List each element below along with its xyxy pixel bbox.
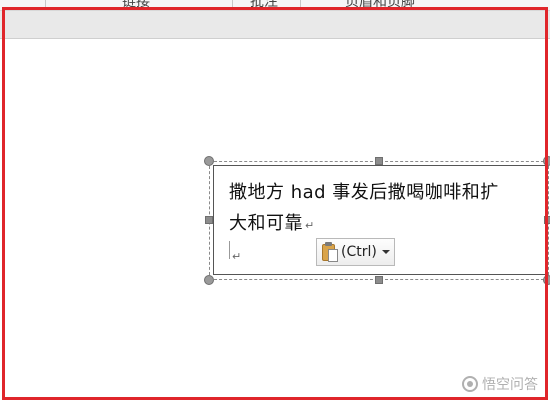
resize-handle-bottom-left[interactable] [204, 275, 214, 285]
watermark: 悟空问答 [462, 374, 538, 394]
ribbon-tab-header-footer[interactable]: 页眉和页脚 [345, 0, 415, 10]
ribbon-tab-comments[interactable]: 批注 [250, 0, 278, 10]
resize-handle-bottom-right[interactable] [543, 275, 550, 285]
watermark-text: 悟空问答 [482, 377, 538, 393]
text-cursor [229, 241, 230, 259]
ribbon-separator [300, 0, 301, 10]
textbox-line-1-text: 撒地方 had 事发后撒喝咖啡和扩 [229, 182, 499, 203]
resize-handle-top-left[interactable] [204, 156, 214, 166]
wukong-logo-icon [462, 376, 478, 392]
ribbon-separator [45, 0, 46, 10]
paste-options-label: (Ctrl) [341, 244, 377, 260]
textbox-line-2: 大和可靠 ↵ [229, 209, 315, 235]
resize-handle-bottom[interactable] [375, 276, 383, 284]
paste-clipboard-icon [322, 242, 338, 262]
empty-paragraph-mark: ↵ [232, 250, 242, 263]
resize-handle-right[interactable] [544, 216, 550, 224]
ribbon-tab-links[interactable]: 链接 [122, 0, 150, 10]
ruler-bar [0, 11, 550, 39]
paste-options-button[interactable]: (Ctrl) [316, 238, 395, 266]
textbox-line-1: 撒地方 had 事发后撒喝咖啡和扩 [229, 178, 499, 204]
textbox-line-2-text: 大和可靠 [229, 213, 303, 234]
chevron-down-icon [381, 250, 390, 254]
resize-handle-top[interactable] [375, 157, 383, 165]
paragraph-mark: ↵ [305, 219, 315, 232]
resize-handle-left[interactable] [205, 216, 213, 224]
ribbon-separator [232, 0, 233, 10]
ribbon-tab-strip: 链接 批注 页眉和页脚 [0, 0, 550, 11]
resize-handle-top-right[interactable] [543, 156, 550, 166]
